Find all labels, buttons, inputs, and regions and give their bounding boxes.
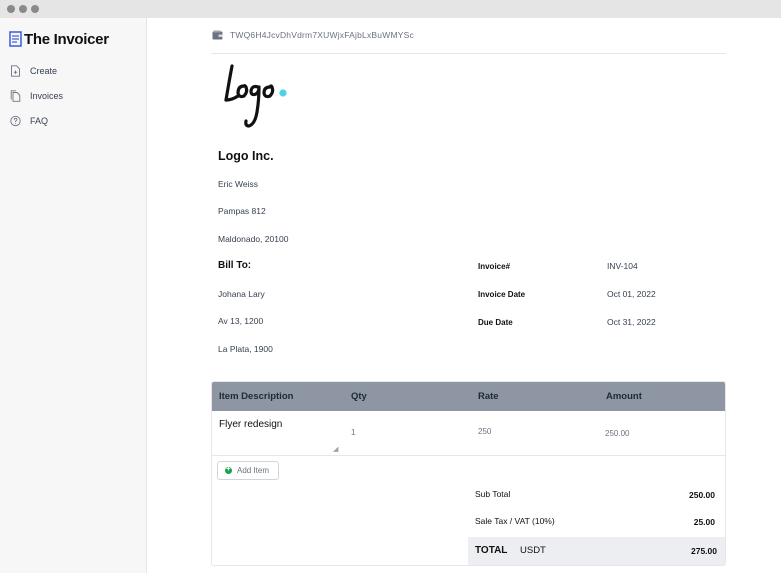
table-header: Item Description Qty Rate Amount	[212, 382, 725, 411]
column-header-description[interactable]: Item Description	[219, 391, 293, 402]
logo-accent-dot	[279, 89, 287, 97]
company-logo-image[interactable]	[218, 60, 294, 132]
plus-circle-icon	[225, 464, 232, 474]
item-rate-field[interactable]: 250	[478, 427, 491, 436]
company-address-line2[interactable]: Maldonado, 20100	[218, 234, 288, 244]
resize-handle-icon[interactable]: ◢	[333, 445, 338, 453]
invoice-number-field[interactable]: INV-104	[607, 261, 638, 271]
subtotal-value: 250.00	[689, 490, 715, 500]
bill-to-heading[interactable]: Bill To:	[218, 260, 251, 271]
due-date-field[interactable]: Oct 31, 2022	[607, 317, 656, 327]
item-amount: 250.00	[605, 429, 630, 438]
brand-logo[interactable]: The Invoicer	[9, 30, 109, 48]
divider	[211, 53, 726, 54]
invoice-date-field[interactable]: Oct 01, 2022	[607, 289, 656, 299]
items-table: Item Description Qty Rate Amount Flyer r…	[211, 381, 726, 566]
item-description-field[interactable]: Flyer redesign	[219, 419, 282, 430]
sidebar-item-faq[interactable]: FAQ	[10, 113, 48, 129]
invoice-brand-icon	[9, 31, 22, 47]
close-window-button[interactable]	[7, 5, 15, 13]
column-header-amount[interactable]: Amount	[606, 391, 642, 402]
files-icon	[10, 90, 21, 102]
wallet-address-row[interactable]: TWQ6H4JcvDhVdrm7XUWjxFAjbLxBuWMYSc	[212, 30, 414, 40]
sidebar-item-label: FAQ	[30, 116, 49, 126]
client-address-line2[interactable]: La Plata, 1900	[218, 344, 273, 354]
company-name[interactable]: Logo Inc.	[218, 149, 274, 163]
question-icon	[10, 115, 21, 127]
due-date-label: Due Date	[478, 318, 513, 327]
total-label[interactable]: TOTAL	[475, 545, 507, 556]
item-qty-field[interactable]: 1	[351, 428, 355, 437]
invoice-date-label: Invoice Date	[478, 290, 526, 299]
tax-value: 25.00	[693, 517, 715, 527]
brand-name: The Invoicer	[24, 30, 109, 48]
wallet-icon	[212, 30, 223, 40]
sidebar-item-invoices[interactable]: Invoices	[10, 88, 63, 104]
company-address-line1[interactable]: Pampas 812	[218, 206, 266, 216]
company-contact[interactable]: Eric Weiss	[218, 179, 258, 189]
subtotal-label[interactable]: Sub Total	[475, 489, 510, 499]
tax-label[interactable]: Sale Tax / VAT (10%)	[475, 516, 555, 526]
client-name[interactable]: Johana Lary	[218, 289, 265, 299]
wallet-address: TWQ6H4JcvDhVdrm7XUWjxFAjbLxBuWMYSc	[230, 30, 414, 40]
column-header-qty[interactable]: Qty	[351, 391, 367, 402]
add-item-label: Add Item	[237, 466, 270, 475]
invoice-number-label: Invoice#	[478, 262, 511, 271]
total-row: TOTAL USDT 275.00	[468, 537, 725, 565]
window-titlebar	[0, 0, 781, 18]
sidebar: The Invoicer Create Invoices FAQ	[0, 18, 147, 573]
sidebar-item-label: Invoices	[30, 91, 64, 101]
add-item-button[interactable]: Add Item	[217, 461, 279, 480]
client-address-line1[interactable]: Av 13, 1200	[218, 316, 263, 326]
currency-label[interactable]: USDT	[520, 545, 546, 556]
zoom-window-button[interactable]	[31, 5, 39, 13]
sidebar-item-label: Create	[30, 66, 58, 76]
table-row: Flyer redesign ◢ 1 250 250.00	[212, 411, 725, 456]
column-header-rate[interactable]: Rate	[478, 391, 499, 402]
file-plus-icon	[11, 65, 20, 77]
invoice-editor: TWQ6H4JcvDhVdrm7XUWjxFAjbLxBuWMYSc Logo …	[148, 18, 781, 573]
minimize-window-button[interactable]	[19, 5, 27, 13]
sidebar-item-create[interactable]: Create	[10, 63, 57, 79]
total-value: 275.00	[691, 546, 717, 556]
